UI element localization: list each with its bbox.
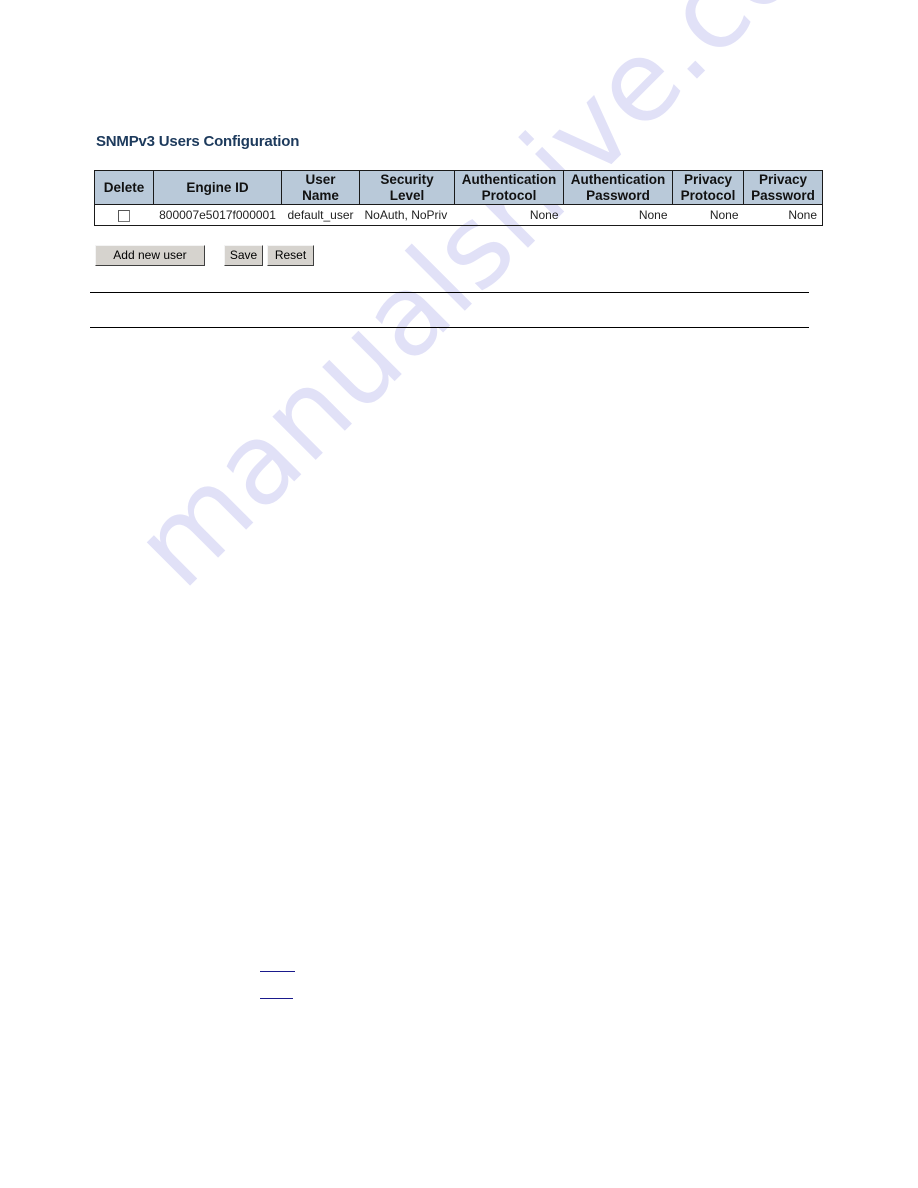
divider: [90, 327, 809, 328]
page-title: SNMPv3 Users Configuration: [96, 133, 300, 150]
header-line: Level: [389, 188, 425, 203]
add-new-user-button[interactable]: Add new user: [95, 245, 205, 266]
link[interactable]: [260, 986, 293, 999]
header-line: Name: [302, 188, 339, 203]
auth-password-cell: None: [563, 204, 673, 226]
table-header-row: Delete Engine ID User Name Security Level …: [94, 170, 823, 205]
auth-protocol-cell: None: [454, 204, 564, 226]
engine-id-cell: 800007e5017f000001: [153, 204, 282, 226]
privacy-password-cell: None: [743, 204, 823, 226]
column-header-user-name: User Name: [281, 170, 360, 205]
column-header-privacy-password: Privacy Password: [743, 170, 823, 205]
column-header-privacy-protocol: Privacy Protocol: [672, 170, 744, 205]
header-line: Privacy: [758, 172, 808, 187]
column-header-auth-password: Authentication Password: [563, 170, 673, 205]
header-line: User: [305, 172, 336, 187]
user-name-cell: default_user: [281, 204, 360, 226]
divider: [90, 292, 809, 293]
header-line: Privacy: [683, 172, 733, 187]
header-line: Protocol: [481, 188, 537, 203]
reset-button[interactable]: Reset: [267, 245, 314, 266]
column-header-delete: Delete: [94, 170, 154, 205]
snmpv3-users-table: Delete Engine ID User Name Security Level …: [94, 170, 823, 226]
security-level-cell: NoAuth, NoPriv: [359, 204, 455, 226]
delete-cell: [94, 204, 154, 226]
delete-checkbox[interactable]: [118, 209, 131, 222]
header-line: Security: [380, 172, 434, 187]
column-header-engine-id: Engine ID: [153, 170, 282, 205]
header-line: Protocol: [680, 188, 736, 203]
column-header-auth-protocol: Authentication Protocol: [454, 170, 564, 205]
header-line: Password: [751, 188, 815, 203]
header-line: Authentication: [570, 172, 666, 187]
privacy-protocol-cell: None: [672, 204, 744, 226]
link[interactable]: [260, 959, 295, 972]
header-line: Password: [586, 188, 650, 203]
column-header-security-level: Security Level: [359, 170, 455, 205]
save-button[interactable]: Save: [224, 245, 263, 266]
table-row: 800007e5017f000001 default_user NoAuth, …: [94, 204, 823, 226]
header-line: Authentication: [461, 172, 557, 187]
watermark: manualshive.com: [110, 0, 902, 612]
